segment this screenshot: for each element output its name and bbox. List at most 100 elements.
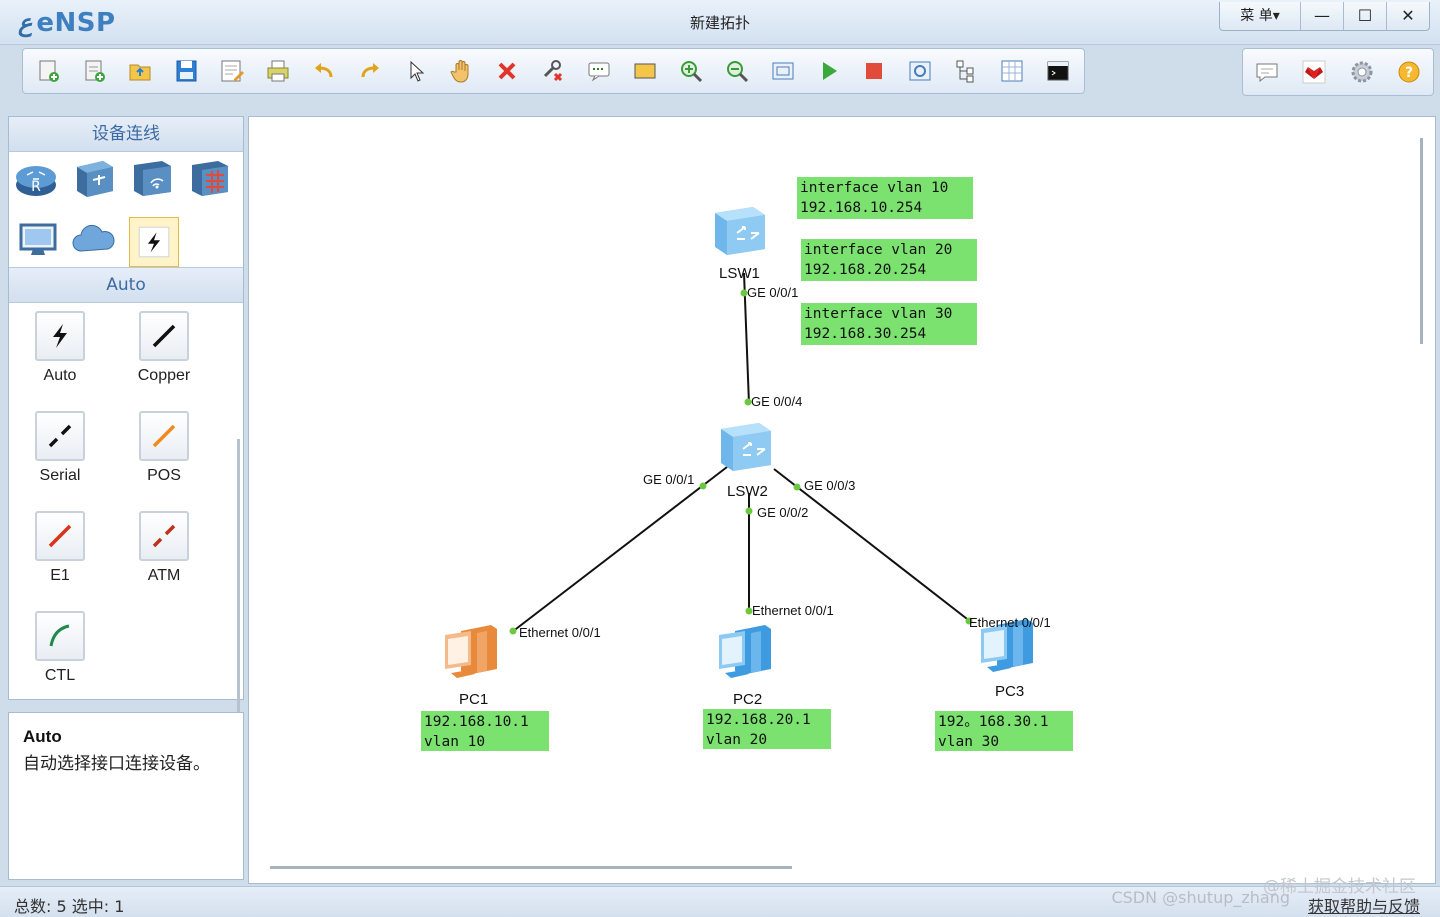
fit-view-icon xyxy=(772,62,794,80)
menu-button[interactable]: 菜 单▾ xyxy=(1220,2,1300,30)
device-category-router[interactable]: R xyxy=(13,155,59,201)
svg-text:?: ? xyxy=(1405,65,1413,81)
new-test-button[interactable] xyxy=(75,51,114,91)
help-button[interactable]: ? xyxy=(1389,52,1429,92)
zoom-in-icon xyxy=(680,61,702,83)
cloud-icon xyxy=(72,224,115,252)
save-icon xyxy=(176,60,197,82)
delete-button[interactable] xyxy=(488,51,527,91)
connection-atm[interactable]: ATM xyxy=(119,511,209,585)
connection-copper[interactable]: Copper xyxy=(119,311,209,385)
help-toolbar: ? xyxy=(1242,48,1434,96)
switch-icon[interactable] xyxy=(711,203,769,259)
stop-all-button[interactable] xyxy=(855,51,894,91)
settings-button[interactable] xyxy=(1342,52,1382,92)
minimize-button[interactable]: — xyxy=(1300,2,1343,30)
interface-label: Ethernet 0/0/1 xyxy=(519,625,601,640)
firewall-icon xyxy=(192,161,228,196)
capture-button[interactable] xyxy=(901,51,940,91)
open-folder-icon xyxy=(129,64,151,81)
device-label-pc3: PC3 xyxy=(995,683,1025,700)
link-lsw2-pc1[interactable] xyxy=(511,466,728,633)
text-note-icon xyxy=(588,62,610,82)
command-line-button[interactable] xyxy=(1038,51,1077,91)
maximize-button[interactable]: ☐ xyxy=(1343,2,1386,30)
huawei-button[interactable] xyxy=(1294,52,1334,92)
pc1-note[interactable]: 192.168.10.1 vlan 10 xyxy=(421,711,549,751)
connection-label: E1 xyxy=(50,567,70,584)
open-button[interactable] xyxy=(121,51,160,91)
terminal-icon xyxy=(1047,61,1069,81)
pan-button[interactable] xyxy=(442,51,481,91)
port-dot xyxy=(509,627,517,635)
switch-icon[interactable] xyxy=(717,419,775,475)
print-button[interactable] xyxy=(258,51,297,91)
device-category-connection[interactable] xyxy=(129,217,179,267)
text-button[interactable] xyxy=(580,51,619,91)
device-category-wireless[interactable] xyxy=(129,155,175,201)
connection-auto[interactable]: Auto xyxy=(15,311,105,385)
pc3-note[interactable]: 192。168.30.1 vlan 30 xyxy=(935,711,1073,751)
device-category-firewall[interactable] xyxy=(187,155,233,201)
stop-icon xyxy=(866,63,883,79)
device-category-terminal[interactable] xyxy=(15,217,61,263)
connection-label: Serial xyxy=(39,467,81,484)
select-button[interactable] xyxy=(396,51,435,91)
undo-button[interactable] xyxy=(304,51,343,91)
fit-button[interactable] xyxy=(763,51,802,91)
zoom-out-button[interactable] xyxy=(717,51,756,91)
canvas-vertical-scrollbar[interactable] xyxy=(1420,138,1423,344)
close-button[interactable]: ✕ xyxy=(1386,2,1429,30)
connection-pos[interactable]: POS xyxy=(119,411,209,485)
connection-label: ATM xyxy=(147,567,181,584)
main-toolbar xyxy=(22,48,1085,94)
vlan20-note[interactable]: interface vlan 20 192.168.20.254 xyxy=(801,239,977,281)
print-icon xyxy=(267,60,289,82)
save-button[interactable] xyxy=(167,51,206,91)
undo-icon xyxy=(314,63,333,78)
category-label: Auto xyxy=(9,267,243,303)
vlan30-note[interactable]: interface vlan 30 192.168.30.254 xyxy=(801,303,977,345)
rectangle-button[interactable] xyxy=(625,51,664,91)
play-icon xyxy=(822,62,837,80)
delete-link-button[interactable] xyxy=(534,51,573,91)
lightning-link-icon xyxy=(138,226,170,258)
topology-button[interactable] xyxy=(947,51,986,91)
device-category-switch[interactable] xyxy=(71,155,117,201)
zoom-in-button[interactable] xyxy=(671,51,710,91)
connection-ctl[interactable]: CTL xyxy=(15,611,105,685)
connection-label: POS xyxy=(147,467,181,484)
device-category-cloud[interactable] xyxy=(71,217,117,263)
device-label-pc2: PC2 xyxy=(733,691,763,708)
topology-canvas[interactable]: LSW1 LSW2 PC1 PC2 PC3 GE 0/0/1 GE 0/0/4 … xyxy=(248,116,1436,884)
port-dot xyxy=(745,507,753,515)
grid-icon xyxy=(1001,60,1023,82)
wireless-icon xyxy=(134,161,171,196)
pc-icon[interactable] xyxy=(439,623,509,689)
interface-label: GE 0/0/3 xyxy=(804,478,856,493)
connection-e1[interactable]: E1 xyxy=(15,511,105,585)
grid-button[interactable] xyxy=(992,51,1031,91)
connection-serial[interactable]: Serial xyxy=(15,411,105,485)
gear-icon xyxy=(1351,61,1373,83)
redo-button[interactable] xyxy=(350,51,389,91)
window-controls: 菜 单▾ — ☐ ✕ xyxy=(1219,2,1430,31)
watermark: CSDN @shutup_zhang xyxy=(1111,888,1290,907)
ctl-link-icon xyxy=(35,611,85,661)
pc-icon[interactable] xyxy=(713,623,783,689)
connection-label: Copper xyxy=(137,367,191,384)
new-test-icon xyxy=(85,60,105,82)
copper-link-icon xyxy=(139,311,189,361)
vlan10-note[interactable]: interface vlan 10 192.168.10.254 xyxy=(797,177,973,219)
atm-link-icon xyxy=(139,511,189,561)
save-as-button[interactable] xyxy=(213,51,252,91)
start-all-button[interactable] xyxy=(809,51,848,91)
pc2-note[interactable]: 192.168.20.1 vlan 20 xyxy=(703,709,831,749)
canvas-horizontal-scrollbar[interactable] xyxy=(270,866,792,869)
chat-button[interactable] xyxy=(1247,52,1287,92)
new-topology-button[interactable] xyxy=(29,51,68,91)
interface-label: Ethernet 0/0/1 xyxy=(969,615,1051,630)
svg-text:R: R xyxy=(31,179,41,195)
auto-link-icon xyxy=(35,311,85,361)
chat-icon xyxy=(1256,63,1278,83)
